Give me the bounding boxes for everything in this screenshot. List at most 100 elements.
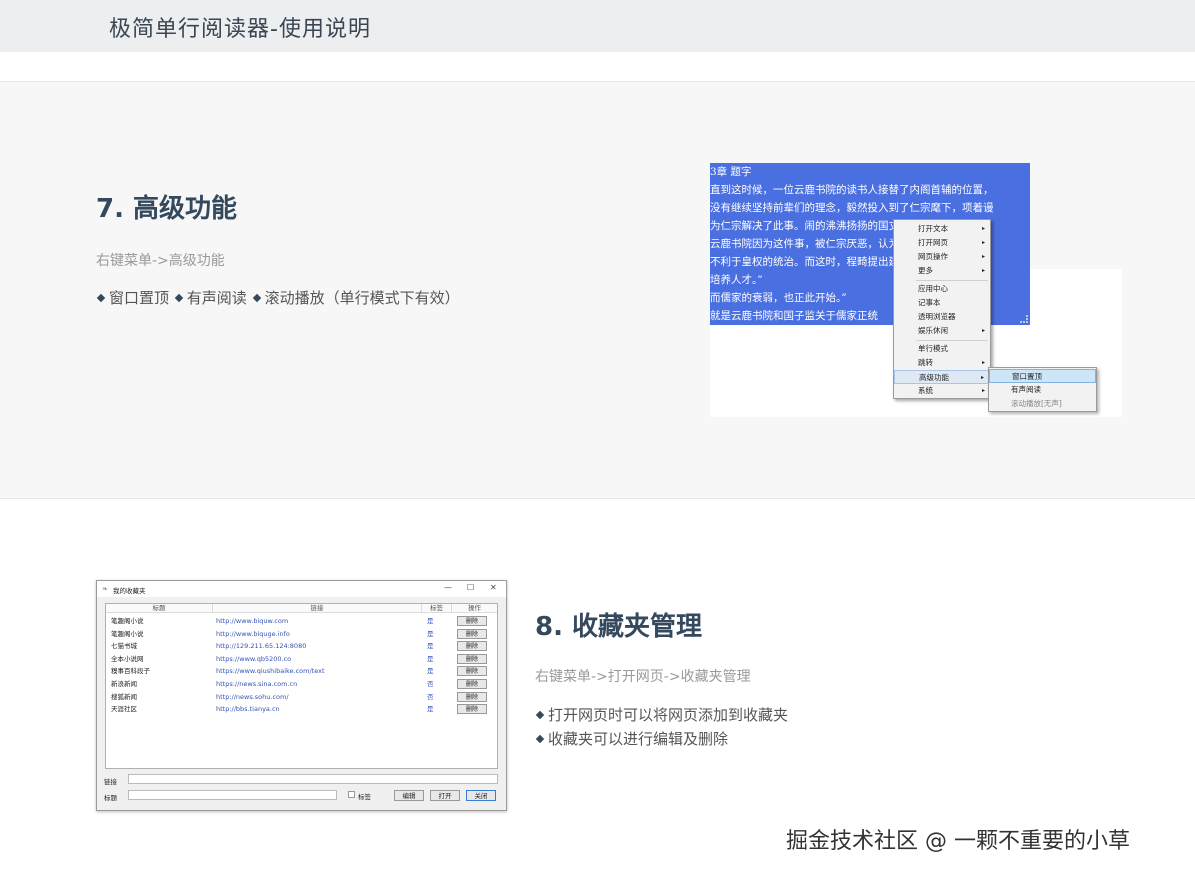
- column-header-title[interactable]: 标题: [106, 604, 213, 613]
- submenu-item-auto-scroll[interactable]: 滚动播放[无声]: [989, 397, 1096, 411]
- table-row[interactable]: 笔趣阁小说 http://www.biquge.info 是 删除: [106, 628, 497, 641]
- favorites-table: 标题 链接 标签 操作 笔趣阁小说 http://www.biquw.com 是删除…: [105, 603, 498, 769]
- menu-separator: [916, 280, 988, 281]
- delete-button[interactable]: 删除: [457, 653, 487, 664]
- context-menu: 打开文本 ▸ 打开网页 ▸ 网页操作 ▸ 更多 ▸ 应用中心 记事本 透明浏览器 娱乐休…: [893, 219, 991, 399]
- delete-button[interactable]: 删除: [457, 628, 487, 639]
- row-url: http://bbs.tianya.cn: [216, 705, 280, 714]
- row-tag: 是: [427, 654, 434, 663]
- feature-item: 窗口置顶: [109, 289, 170, 307]
- section-menu-path: 右键菜单->打开网页->收藏夹管理: [535, 669, 751, 685]
- delete-button[interactable]: 删除: [457, 691, 487, 702]
- bullet-icon: [535, 734, 545, 743]
- row-title: 笔趣阁小说: [111, 617, 144, 625]
- feature-list: 打开网页时可以将网页添加到收藏夹 收藏夹可以进行编辑及删除: [535, 703, 788, 751]
- row-title: 天涯社区: [111, 705, 137, 714]
- row-title: 笔趣阁小说: [111, 629, 144, 638]
- submenu-arrow-icon: ▸: [981, 387, 985, 394]
- table-row[interactable]: 糗事百科段子 https://www.qiushibaike.com/text 是 删…: [106, 665, 497, 678]
- menu-item-entertainment[interactable]: 娱乐休闲 ▸: [894, 324, 990, 338]
- row-url: http://news.sohu.com/: [216, 692, 289, 701]
- feature-item: 收藏夹可以进行编辑及删除: [548, 730, 729, 748]
- resize-grip-icon[interactable]: [1020, 315, 1028, 323]
- menu-item-app-center[interactable]: 应用中心: [894, 282, 990, 296]
- table-row[interactable]: 天涯社区 http://bbs.tianya.cn 是 删除: [106, 703, 497, 716]
- table-row[interactable]: 七猫书城 http://129.211.65.124:8080 是 删除: [106, 640, 497, 653]
- submenu-arrow-icon: ▸: [981, 225, 985, 232]
- submenu-arrow-icon: ▸: [980, 374, 984, 381]
- delete-button[interactable]: 删除: [457, 641, 487, 652]
- dialog-titlebar: ❧ 我的收藏夹 — ☐ ✕: [97, 581, 506, 597]
- row-title: 全本小说网: [111, 654, 144, 663]
- bullet-icon: [174, 293, 184, 302]
- row-title: 搜狐新闻: [111, 692, 137, 701]
- delete-button[interactable]: 删除: [457, 704, 487, 715]
- close-icon[interactable]: ✕: [490, 583, 497, 592]
- advanced-submenu: 窗口置顶 有声阅读 滚动播放[无声]: [988, 367, 1097, 412]
- row-url: http://www.biquw.com: [216, 617, 289, 625]
- section-title: 8. 收藏夹管理: [535, 612, 703, 642]
- close-button[interactable]: 关闭: [466, 790, 496, 801]
- reader-line: 直到这时候，一位云鹿书院的读书人接替了内阁首辅的位置，: [710, 184, 994, 196]
- row-tag: 否: [427, 692, 434, 701]
- menu-item-more[interactable]: 更多 ▸: [894, 264, 990, 278]
- table-row[interactable]: 全本小说网 https://www.qb5200.co 是 删除: [106, 653, 497, 666]
- menu-item-jump[interactable]: 跳转 ▸: [894, 356, 990, 370]
- menu-separator: [916, 340, 988, 341]
- table-row[interactable]: 新浪新闻 https://news.sina.com.cn 否 删除: [106, 678, 497, 691]
- row-title: 新浪新闻: [111, 680, 137, 688]
- row-url: https://www.qb5200.co: [216, 654, 292, 663]
- column-header-tag[interactable]: 标签: [422, 604, 452, 613]
- bullet-icon: [252, 293, 261, 302]
- submenu-item-always-on-top[interactable]: 窗口置顶: [989, 369, 1096, 383]
- table-row[interactable]: 笔趣阁小说 http://www.biquw.com 是 删除: [106, 615, 497, 628]
- row-url: https://www.qiushibaike.com/text: [216, 667, 325, 676]
- feature-list: 窗口置顶 有声阅读 滚动播放（单行模式下有效）: [96, 286, 460, 310]
- submenu-arrow-icon: ▸: [981, 239, 985, 246]
- row-title: 糗事百科段子: [111, 667, 150, 676]
- tag-checkbox[interactable]: [348, 791, 355, 798]
- watermark: 掘金技术社区 @ 一颗不重要的小草: [786, 829, 1130, 854]
- submenu-arrow-icon: ▸: [981, 267, 985, 274]
- row-tag: 是: [427, 629, 434, 638]
- edit-button[interactable]: 编辑: [394, 790, 424, 801]
- section-title: 7. 高级功能: [96, 194, 238, 224]
- submenu-item-voice-reading[interactable]: 有声阅读: [989, 383, 1096, 397]
- tag-checkbox-label: 标签: [358, 793, 371, 801]
- column-header-action[interactable]: 操作: [452, 604, 497, 613]
- menu-item-single-line-mode[interactable]: 单行模式: [894, 342, 990, 356]
- link-label: 链接: [104, 778, 117, 786]
- menu-item-web-ops[interactable]: 网页操作 ▸: [894, 250, 990, 264]
- row-url: http://www.biquge.info: [216, 629, 290, 638]
- delete-button[interactable]: 删除: [457, 679, 487, 689]
- feature-item: 打开网页时可以将网页添加到收藏夹: [548, 706, 789, 724]
- menu-item-open-text[interactable]: 打开文本 ▸: [894, 222, 990, 236]
- maximize-icon[interactable]: ☐: [467, 583, 474, 592]
- menu-item-transparent-browser[interactable]: 透明浏览器: [894, 310, 990, 324]
- bullet-icon: [96, 293, 106, 302]
- row-tag: 否: [427, 680, 434, 688]
- submenu-arrow-icon: ▸: [981, 327, 985, 334]
- link-input[interactable]: [128, 774, 498, 784]
- minimize-icon[interactable]: —: [444, 583, 452, 592]
- menu-item-notepad[interactable]: 记事本: [894, 296, 990, 310]
- menu-item-system[interactable]: 系统 ▸: [894, 384, 990, 398]
- feature-item: 滚动播放（单行模式下有效）: [264, 289, 460, 307]
- table-row[interactable]: 搜狐新闻 http://news.sohu.com/否 删除: [106, 691, 497, 704]
- menu-item-open-web[interactable]: 打开网页 ▸: [894, 236, 990, 250]
- menu-item-advanced[interactable]: 高级功能 ▸: [894, 370, 990, 384]
- submenu-arrow-icon: ▸: [981, 253, 985, 260]
- open-button[interactable]: 打开: [430, 790, 460, 801]
- title-label: 标题: [104, 794, 117, 802]
- row-tag: 是: [427, 617, 434, 625]
- row-url: http://129.211.65.124:8080: [216, 642, 307, 651]
- page-header: 极简单行阅读器-使用说明: [0, 0, 1195, 52]
- title-input[interactable]: [128, 790, 337, 800]
- delete-button[interactable]: 删除: [457, 616, 487, 626]
- reader-line: 3章 题字: [710, 166, 752, 178]
- feature-item: 有声阅读: [186, 289, 247, 307]
- dialog-title: 我的收藏夹: [113, 587, 146, 595]
- bullet-icon: [535, 710, 545, 719]
- delete-button[interactable]: 删除: [457, 666, 487, 677]
- column-header-url[interactable]: 链接: [213, 604, 422, 613]
